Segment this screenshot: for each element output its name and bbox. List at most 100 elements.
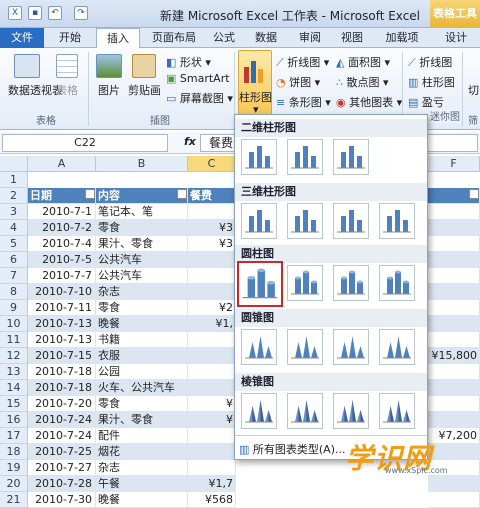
tab-home[interactable]: 开始 — [48, 28, 92, 48]
cost-cell[interactable]: ¥ — [188, 412, 236, 428]
f-cell[interactable] — [428, 364, 480, 380]
tab-data[interactable]: 数据 — [248, 28, 284, 48]
cost-cell[interactable]: ¥1, — [188, 316, 236, 332]
chart-thumb[interactable] — [241, 329, 277, 365]
cost-cell[interactable] — [188, 252, 236, 268]
content-cell[interactable]: 公共汽车 — [96, 268, 188, 284]
content-cell[interactable]: 晚餐 — [96, 316, 188, 332]
area-chart-button[interactable]: ◭ 面积图 ▾ — [336, 54, 390, 70]
row-header[interactable]: 16 — [0, 412, 28, 428]
row-header[interactable]: 17 — [0, 428, 28, 444]
content-cell[interactable]: 笔记本、笔 — [96, 204, 188, 220]
row-header[interactable]: 10 — [0, 316, 28, 332]
filter-dropdown-icon[interactable] — [85, 189, 95, 199]
scatter-chart-button[interactable]: ∴ 散点图 ▾ — [336, 74, 389, 90]
filter-dropdown-icon[interactable] — [177, 189, 187, 199]
cost-cell[interactable] — [188, 268, 236, 284]
date-cell[interactable]: 2010-7-13 — [28, 316, 96, 332]
screenshot-button[interactable]: ▭ 屏幕截图 ▾ — [166, 90, 233, 106]
tab-addins[interactable]: 加载项 — [378, 28, 426, 48]
f-cell[interactable] — [428, 492, 480, 508]
cost-cell[interactable]: ¥ — [188, 396, 236, 412]
date-cell[interactable]: 2010-7-15 — [28, 348, 96, 364]
row-header[interactable]: 12 — [0, 348, 28, 364]
cost-cell[interactable]: ¥1,7 — [188, 476, 236, 492]
date-cell[interactable]: 2010-7-18 — [28, 364, 96, 380]
clipart-button[interactable]: 剪贴画 — [128, 82, 161, 98]
content-cell[interactable]: 配件 — [96, 428, 188, 444]
cost-cell[interactable] — [188, 444, 236, 460]
date-cell[interactable]: 2010-7-27 — [28, 460, 96, 476]
f-cell[interactable]: ¥15,800 — [428, 348, 480, 364]
chart-thumb[interactable] — [333, 139, 369, 175]
cost-cell[interactable]: ¥3 — [188, 220, 236, 236]
chart-thumb[interactable] — [333, 393, 369, 429]
f-cell[interactable]: ¥7,200 — [428, 428, 480, 444]
row-header[interactable]: 11 — [0, 332, 28, 348]
date-cell[interactable]: 2010-7-13 — [28, 332, 96, 348]
f-cell[interactable] — [428, 380, 480, 396]
row-header[interactable]: 15 — [0, 396, 28, 412]
row-header[interactable]: 9 — [0, 300, 28, 316]
slicer-button[interactable]: 切 — [468, 82, 479, 98]
cost-cell[interactable] — [188, 364, 236, 380]
cost-cell[interactable] — [188, 284, 236, 300]
column-header-c[interactable]: C — [188, 156, 236, 172]
tab-insert[interactable]: 插入 — [96, 28, 140, 49]
content-cell[interactable]: 公园 — [96, 364, 188, 380]
tab-page-layout[interactable]: 页面布局 — [144, 28, 204, 48]
chart-thumb[interactable] — [287, 203, 323, 239]
f-cell[interactable] — [428, 412, 480, 428]
date-cell[interactable]: 2010-7-4 — [28, 236, 96, 252]
chart-thumb[interactable] — [379, 329, 415, 365]
fx-icon[interactable]: fx — [184, 135, 196, 148]
chart-thumb[interactable] — [333, 329, 369, 365]
content-cell[interactable]: 零食 — [96, 300, 188, 316]
sparkline-line-button[interactable]: ⟋ 折线图 — [408, 54, 452, 70]
f-cell[interactable] — [428, 268, 480, 284]
row-header[interactable]: 18 — [0, 444, 28, 460]
row-header[interactable]: 14 — [0, 380, 28, 396]
row-header[interactable]: 5 — [0, 236, 28, 252]
cost-cell[interactable]: ¥3 — [188, 236, 236, 252]
header-cell-f[interactable] — [428, 188, 480, 204]
f-cell[interactable] — [428, 316, 480, 332]
row-header[interactable]: 6 — [0, 252, 28, 268]
bar-chart-button[interactable]: ≡ 条形图 ▾ — [276, 94, 331, 110]
row-header[interactable]: 3 — [0, 204, 28, 220]
cost-cell[interactable]: ¥2 — [188, 300, 236, 316]
chart-thumb-selected[interactable] — [237, 261, 283, 307]
f-cell[interactable] — [428, 284, 480, 300]
date-cell[interactable]: 2010-7-5 — [28, 252, 96, 268]
picture-button[interactable]: 图片 — [98, 82, 120, 98]
chart-thumb[interactable] — [287, 393, 323, 429]
chart-thumb[interactable] — [379, 265, 415, 301]
date-cell[interactable]: 2010-7-20 — [28, 396, 96, 412]
chart-thumb[interactable] — [333, 203, 369, 239]
content-cell[interactable]: 杂志 — [96, 460, 188, 476]
row-header[interactable]: 8 — [0, 284, 28, 300]
pie-chart-button[interactable]: ◔ 饼图 ▾ — [276, 74, 320, 90]
cost-cell[interactable] — [188, 428, 236, 444]
content-cell[interactable]: 零食 — [96, 396, 188, 412]
tab-design[interactable]: 设计 — [436, 28, 476, 48]
tab-view[interactable]: 视图 — [334, 28, 370, 48]
header-cell-date[interactable]: 日期 — [28, 188, 96, 204]
f-cell[interactable] — [428, 332, 480, 348]
chart-thumb[interactable] — [333, 265, 369, 301]
row-header[interactable]: 13 — [0, 364, 28, 380]
f-cell[interactable] — [428, 300, 480, 316]
tab-review[interactable]: 审阅 — [292, 28, 328, 48]
line-chart-button[interactable]: ⟋ 折线图 ▾ — [276, 54, 329, 70]
chart-thumb[interactable] — [287, 265, 323, 301]
column-header-b[interactable]: B — [96, 156, 188, 172]
cost-cell[interactable] — [188, 332, 236, 348]
date-cell[interactable]: 2010-7-10 — [28, 284, 96, 300]
other-chart-button[interactable]: ◉ 其他图表 ▾ — [336, 94, 402, 110]
date-cell[interactable]: 2010-7-25 — [28, 444, 96, 460]
chart-thumb[interactable] — [287, 139, 323, 175]
pivot-table-button[interactable]: 数据透视表 — [8, 82, 63, 98]
cost-cell[interactable] — [188, 348, 236, 364]
f-cell[interactable] — [428, 396, 480, 412]
content-cell[interactable]: 火车、公共汽车 — [96, 380, 188, 396]
